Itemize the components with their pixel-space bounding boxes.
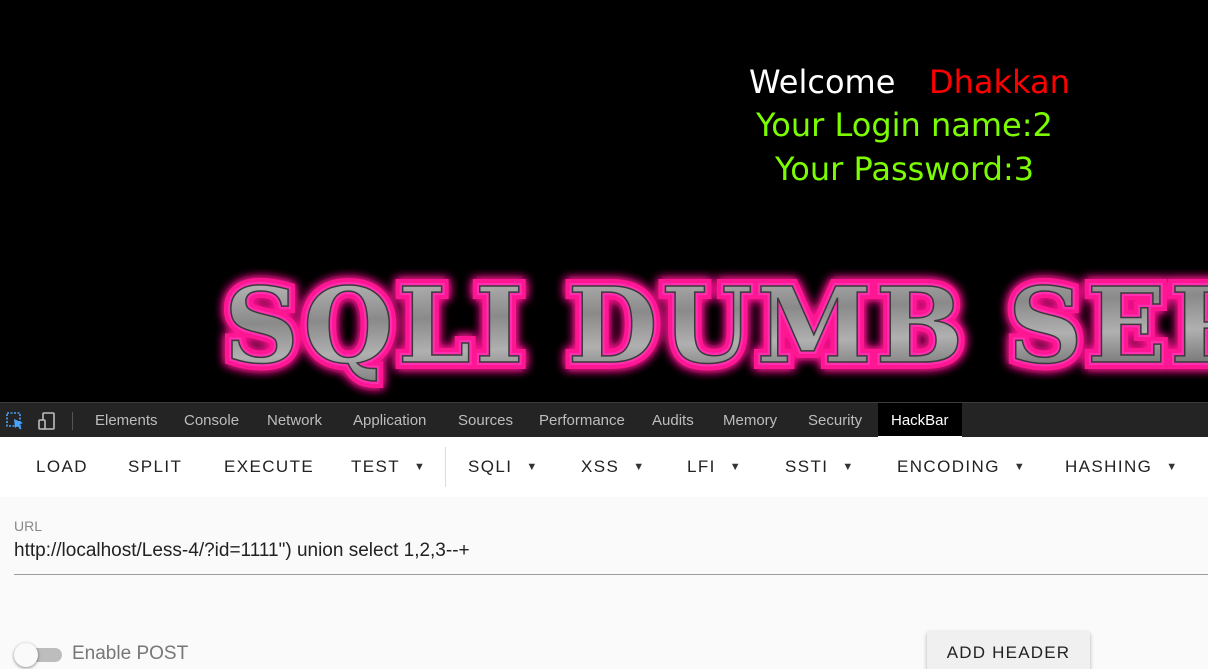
load-label: LOAD [36, 457, 88, 476]
sqli-dropdown-button[interactable]: SQLI ▼ [468, 457, 539, 477]
tab-sources[interactable]: Sources [458, 403, 513, 438]
tab-memory[interactable]: Memory [723, 403, 777, 438]
xss-label: XSS [581, 457, 620, 476]
tab-elements[interactable]: Elements [95, 403, 158, 438]
tab-audits[interactable]: Audits [652, 403, 694, 438]
tab-divider [72, 412, 73, 430]
web-page: Welcome Dhakkan Your Login name:2 Your P… [0, 0, 1208, 402]
lfi-label: LFI [687, 457, 716, 476]
toggle-knob [14, 643, 38, 667]
url-field-label: URL [14, 518, 43, 534]
test-dropdown-button[interactable]: TEST ▼ [351, 457, 426, 477]
url-input-underline [14, 574, 1208, 575]
caret-down-icon: ▼ [526, 461, 539, 473]
caret-down-icon: ▼ [414, 461, 427, 473]
caret-down-icon: ▼ [1013, 461, 1027, 473]
enable-post-toggle[interactable] [14, 643, 62, 667]
hackbar-content: URL http://localhost/Less-4/?id=1111") u… [0, 497, 1208, 669]
encoding-label: ENCODING [897, 457, 1000, 476]
welcome-text: Welcome [749, 63, 896, 101]
tab-performance[interactable]: Performance [539, 403, 625, 438]
caret-down-icon: ▼ [1166, 461, 1179, 473]
tab-console[interactable]: Console [184, 403, 239, 438]
tab-security[interactable]: Security [808, 403, 862, 438]
split-button[interactable]: SPLIT [128, 457, 182, 477]
enable-post-label: Enable POST [72, 643, 189, 664]
caret-down-icon: ▼ [842, 461, 855, 473]
sqli-label: SQLI [468, 457, 513, 476]
add-header-button[interactable]: ADD HEADER [927, 631, 1090, 669]
execute-label: EXECUTE [224, 457, 315, 476]
ssti-dropdown-button[interactable]: SSTI ▼ [785, 457, 855, 477]
test-label: TEST [351, 457, 401, 476]
encoding-dropdown-button[interactable]: ENCODING ▼ [897, 457, 1026, 477]
ssti-label: SSTI [785, 457, 829, 476]
hashing-dropdown-button[interactable]: HASHING ▼ [1065, 457, 1179, 477]
device-toolbar-icon[interactable] [37, 411, 57, 431]
execute-button[interactable]: EXECUTE [224, 457, 314, 477]
devtools-tab-bar: Elements Console Network Application Sou… [0, 402, 1208, 438]
password-text: Your Password:3 [775, 150, 1035, 188]
tab-application[interactable]: Application [353, 403, 426, 438]
sqli-banner-image: SQLI DUMB SERIES SQLI DUMB SERIES SQLI D… [217, 257, 1208, 394]
url-input[interactable]: http://localhost/Less-4/?id=1111") union… [14, 540, 470, 562]
lfi-dropdown-button[interactable]: LFI ▼ [687, 457, 742, 477]
load-button[interactable]: LOAD [36, 457, 88, 477]
split-label: SPLIT [128, 457, 183, 476]
username-text: Dhakkan [929, 63, 1070, 101]
login-name-text: Your Login name:2 [756, 106, 1053, 144]
caret-down-icon: ▼ [729, 461, 743, 473]
svg-text:SQLI DUMB SERIES: SQLI DUMB SERIES [224, 264, 1208, 387]
inspect-element-icon[interactable] [5, 411, 25, 431]
hackbar-toolbar: LOAD SPLIT EXECUTE TEST ▼ SQLI ▼ XSS ▼ LFI ▼… [0, 437, 1208, 497]
xss-dropdown-button[interactable]: XSS ▼ [581, 457, 646, 477]
tab-network[interactable]: Network [267, 403, 322, 438]
caret-down-icon: ▼ [633, 461, 646, 473]
hashing-label: HASHING [1065, 457, 1153, 476]
toolbar-divider [445, 447, 446, 487]
tab-hackbar[interactable]: HackBar [878, 403, 962, 438]
